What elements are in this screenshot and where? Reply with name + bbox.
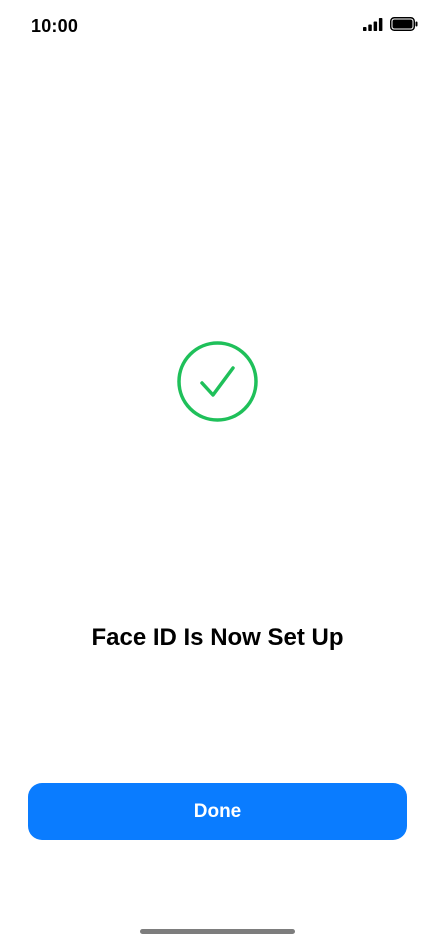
page-title: Face ID Is Now Set Up [91,624,344,651]
done-button[interactable]: Done [28,783,407,840]
status-time: 10:00 [31,16,79,36]
status-icons [363,17,418,31]
status-bar: 10:00 [0,0,435,52]
home-indicator[interactable] [140,929,295,934]
checkmark-circle-icon [177,341,258,422]
battery-icon [390,17,418,31]
signal-icon [363,17,383,31]
